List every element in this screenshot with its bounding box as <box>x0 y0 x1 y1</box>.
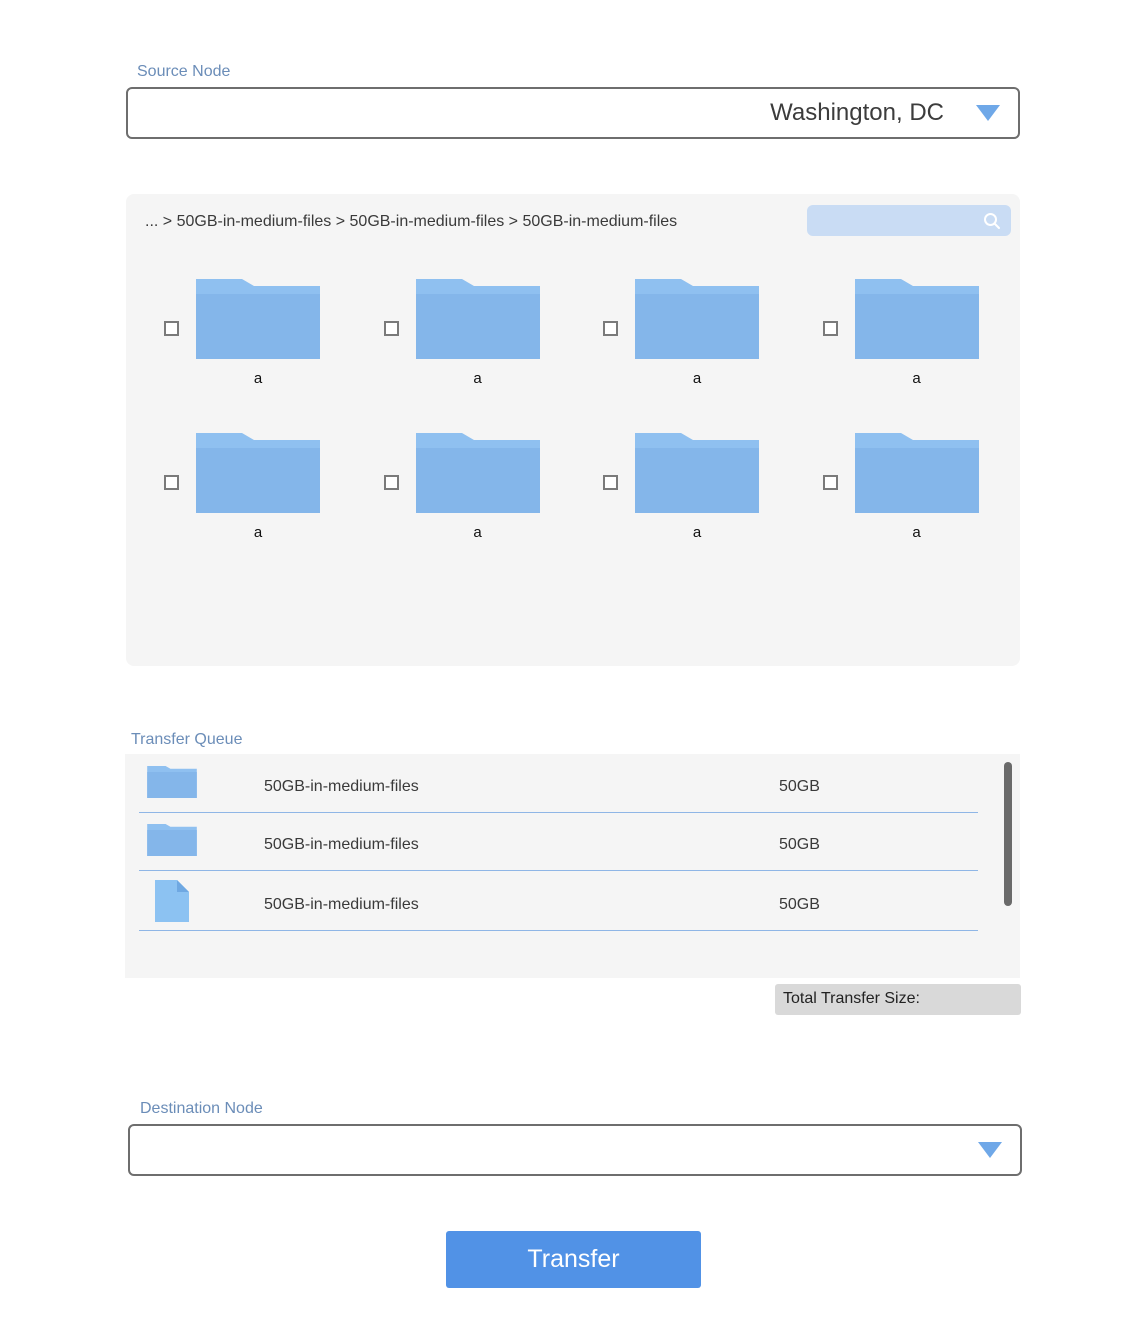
queue-item-name: 50GB-in-medium-files <box>264 836 419 853</box>
folder-icon <box>147 824 197 861</box>
source-node-label: Source Node <box>137 63 231 80</box>
folder-tile[interactable]: a <box>380 277 600 431</box>
queue-item-size: 50GB <box>779 896 820 913</box>
queue-item-size: 50GB <box>779 778 820 795</box>
folder-icon[interactable] <box>196 433 320 513</box>
source-node-value: Washington, DC <box>770 99 944 126</box>
transfer-queue-list: 50GB-in-medium-files 50GB 50GB-in-medium… <box>125 754 1020 978</box>
folder-name: a <box>253 524 263 541</box>
folder-checkbox[interactable] <box>822 475 838 490</box>
transfer-queue-label: Transfer Queue <box>131 731 243 748</box>
breadcrumb[interactable]: ... > 50GB-in-medium-files > 50GB-in-med… <box>145 213 677 231</box>
search-icon[interactable] <box>983 212 1001 230</box>
folder-grid: a a a a a a a a <box>160 277 1038 585</box>
folder-name: a <box>473 370 482 387</box>
file-icon <box>155 880 189 927</box>
folder-icon[interactable] <box>196 279 320 359</box>
destination-node-select[interactable] <box>128 1124 1022 1176</box>
chevron-down-icon <box>976 105 1000 121</box>
folder-name: a <box>912 370 921 387</box>
chevron-down-icon <box>978 1142 1002 1158</box>
folder-tile[interactable]: a <box>819 277 1039 431</box>
total-transfer-size: Total Transfer Size: <box>775 984 1021 1015</box>
queue-item-name: 50GB-in-medium-files <box>264 896 419 913</box>
folder-checkbox[interactable] <box>603 475 618 490</box>
queue-item-name: 50GB-in-medium-files <box>264 778 419 795</box>
folder-tile[interactable]: a <box>160 277 380 431</box>
folder-tile[interactable]: a <box>599 277 819 431</box>
folder-tile[interactable]: a <box>160 431 380 585</box>
folder-icon[interactable] <box>415 433 540 513</box>
folder-icon[interactable] <box>854 279 979 359</box>
destination-node-label: Destination Node <box>140 1100 263 1117</box>
folder-name: a <box>912 524 921 541</box>
queue-row[interactable]: 50GB-in-medium-files 50GB <box>139 754 978 813</box>
folder-name: a <box>692 370 702 387</box>
folder-checkbox[interactable] <box>383 321 399 336</box>
transfer-button[interactable]: Transfer <box>446 1231 701 1288</box>
search-input[interactable] <box>807 205 1011 236</box>
folder-tile[interactable]: a <box>380 431 600 585</box>
folder-tile[interactable]: a <box>599 431 819 585</box>
folder-checkbox[interactable] <box>822 321 838 336</box>
folder-name: a <box>692 524 702 541</box>
folder-checkbox[interactable] <box>603 321 618 336</box>
file-browser-panel: ... > 50GB-in-medium-files > 50GB-in-med… <box>126 194 1020 666</box>
folder-icon[interactable] <box>635 279 759 359</box>
folder-checkbox[interactable] <box>164 475 179 490</box>
folder-checkbox[interactable] <box>383 475 399 490</box>
folder-icon[interactable] <box>854 433 979 513</box>
folder-icon[interactable] <box>415 279 540 359</box>
queue-row[interactable]: 50GB-in-medium-files 50GB <box>139 812 978 871</box>
folder-tile[interactable]: a <box>819 431 1039 585</box>
queue-row[interactable]: 50GB-in-medium-files 50GB <box>139 872 978 931</box>
queue-item-size: 50GB <box>779 836 820 853</box>
folder-name: a <box>253 370 263 387</box>
folder-checkbox[interactable] <box>164 321 179 336</box>
queue-scrollbar[interactable] <box>1004 762 1012 906</box>
source-node-select[interactable]: Washington, DC <box>126 87 1020 139</box>
folder-name: a <box>473 524 482 541</box>
folder-icon <box>147 766 197 803</box>
folder-icon[interactable] <box>635 433 759 513</box>
